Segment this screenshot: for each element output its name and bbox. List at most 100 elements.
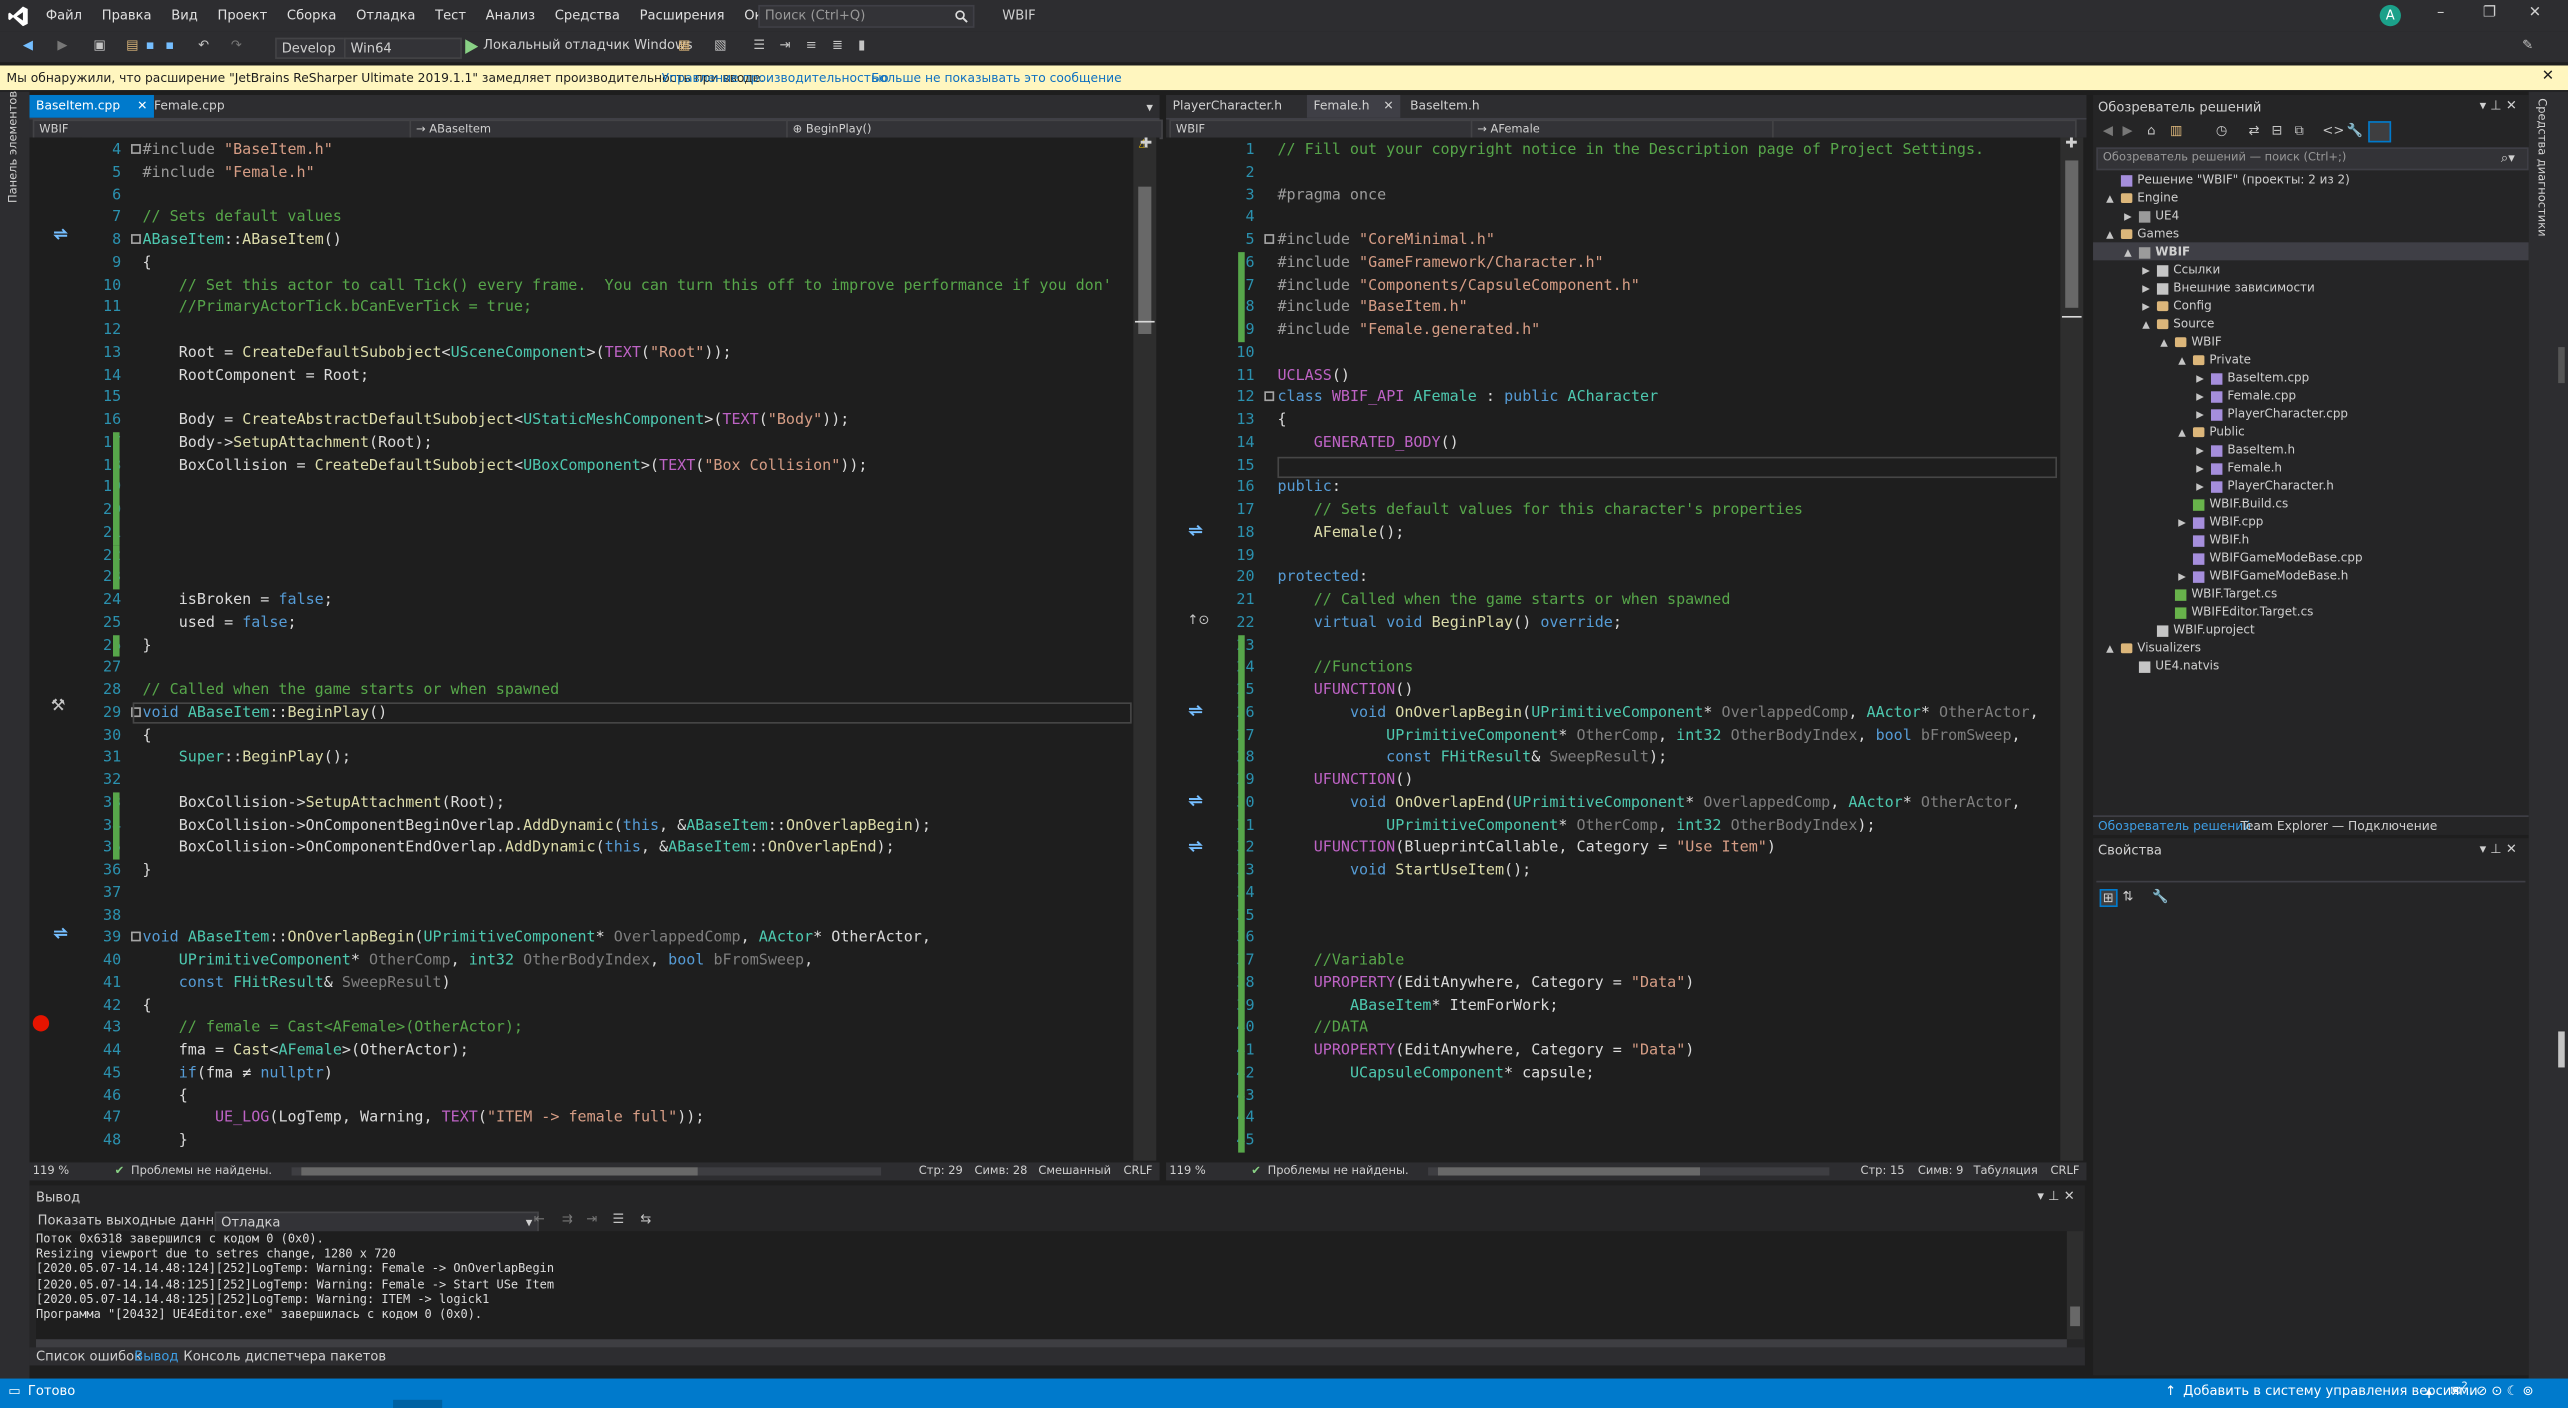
tab-output[interactable]: Вывод [134, 1349, 178, 1364]
open-folder-icon[interactable]: ▤ [126, 38, 138, 53]
diagnostics-tab[interactable]: Средства диагностики [2535, 98, 2548, 245]
expand-toggle-icon[interactable]: ▶ [2142, 262, 2157, 280]
indent-mode[interactable]: Табуляция [1974, 1162, 2038, 1180]
code-lens-icon[interactable] [1187, 522, 1203, 538]
search-box[interactable]: Поиск (Ctrl+Q) [758, 4, 975, 28]
indent-mode[interactable]: Смешанный [1038, 1162, 1111, 1180]
scrollbar-thumb[interactable] [2065, 160, 2079, 308]
expand-toggle-icon[interactable]: ▶ [2196, 370, 2211, 388]
tree-item[interactable]: Решение "WBIF" (проекты: 2 из 2) [2106, 170, 2350, 188]
tree-item[interactable]: ▲ WBIF [2160, 332, 2222, 350]
tab-playercharacter-h[interactable]: PlayerCharacter.h [1166, 95, 1289, 118]
scope-select[interactable]: → ABaseItem [409, 119, 793, 140]
close-window-icon[interactable]: ✕ [2529, 5, 2541, 21]
menu-item[interactable]: Средства [545, 8, 630, 23]
tree-item[interactable]: WBIF.h [2178, 530, 2249, 548]
expand-toggle-icon[interactable]: ▲ [2106, 226, 2121, 244]
expand-toggle-icon[interactable]: ▶ [2178, 568, 2193, 586]
dont-show-again-link[interactable]: Больше не показывать это сообщение [871, 65, 1121, 90]
feedback-icon[interactable]: ✎ [2522, 38, 2533, 53]
bookmark-icon[interactable]: ▮ [858, 38, 865, 53]
collapse-all-icon[interactable]: ⊟ [2272, 123, 2283, 138]
tree-item[interactable]: WBIF.Build.cs [2178, 494, 2288, 512]
tree-item[interactable]: ▶ BaseItem.h [2196, 440, 2295, 458]
account-avatar[interactable]: A [2379, 4, 2401, 27]
right-horizontal-scrollbar[interactable] [1428, 1167, 1830, 1176]
toolbox-tab[interactable]: Панель элементов [7, 91, 20, 203]
menu-item[interactable]: Анализ [476, 8, 545, 23]
clear-all-icon[interactable]: ☰ [613, 1212, 625, 1227]
tree-item[interactable]: ▶ UE4 [2124, 206, 2179, 224]
fold-toggle-icon[interactable] [1264, 391, 1275, 402]
back-icon[interactable]: ◀ [2103, 123, 2113, 138]
split-editor-icon[interactable]: ✚ [2065, 138, 2077, 153]
manage-performance-link[interactable]: Управление производительностью [662, 65, 889, 90]
eol-mode[interactable]: CRLF [2050, 1162, 2079, 1180]
left-horizontal-scrollbar[interactable] [291, 1167, 882, 1176]
expand-toggle-icon[interactable]: ▶ [2196, 388, 2211, 406]
back-icon[interactable]: ◀ [23, 38, 33, 53]
indent-icon[interactable]: ⇥ [780, 38, 791, 53]
restore-icon[interactable]: ❐ [2483, 5, 2496, 21]
code-lens-icon[interactable] [1187, 792, 1203, 808]
member-select[interactable]: ⊕ BeginPlay() [786, 119, 1163, 140]
right-code-area[interactable]: 1 // Fill out your copyright notice in th… [1166, 137, 2087, 1161]
tree-item[interactable]: ▶ PlayerCharacter.cpp [2196, 404, 2348, 422]
tab-error-list[interactable]: Список ошибок [36, 1349, 142, 1364]
tree-item[interactable]: ▲ WBIF [2093, 242, 2529, 262]
zoom-level[interactable]: 119 % [1169, 1162, 1205, 1180]
output-scroll-thumb[interactable] [2070, 1306, 2080, 1327]
expand-toggle-icon[interactable]: ▲ [2178, 352, 2193, 370]
menu-item[interactable]: Правка [92, 8, 162, 23]
hscroll-thumb[interactable] [301, 1167, 698, 1176]
fold-toggle-icon[interactable] [1264, 234, 1275, 244]
output-hscrollbar[interactable] [36, 1339, 2067, 1348]
play-icon[interactable] [465, 39, 479, 55]
tree-item[interactable]: ▶ WBIFGameModeBase.h [2178, 566, 2348, 584]
tree-item[interactable]: ▲ Engine [2106, 188, 2178, 206]
expand-toggle-icon[interactable]: ▲ [2160, 334, 2175, 352]
output-scrollbar[interactable] [2066, 1231, 2084, 1340]
menu-item[interactable]: Сборка [277, 8, 346, 23]
scrollbar-thumb[interactable] [1138, 186, 1152, 334]
tab-team-explorer[interactable]: Team Explorer — Подключение [2240, 819, 2437, 834]
expand-toggle-icon[interactable]: ▲ [2106, 190, 2121, 208]
config-select[interactable]: Develop [275, 37, 348, 59]
show-all-files-icon[interactable]: ⧉ [2295, 123, 2304, 139]
categorized-icon[interactable]: ⊞ [2099, 889, 2118, 908]
save-icon[interactable]: ▪ [146, 38, 155, 53]
output-pin-icon[interactable]: ▾ ⊥ ✕ [2037, 1189, 2074, 1204]
tree-item[interactable]: ▶ WBIF.cpp [2178, 512, 2263, 530]
tab-baseitem-cpp[interactable]: BaseItem.cpp ✕ [29, 94, 154, 118]
tree-item[interactable]: ▲ Private [2178, 350, 2251, 368]
tab-baseitem-h[interactable]: BaseItem.h [1404, 95, 1487, 118]
project-select[interactable]: WBIF [1169, 119, 1474, 140]
word-wrap-icon[interactable]: ⇆ [640, 1212, 651, 1227]
next-message-icon[interactable]: ⇥ [586, 1212, 597, 1227]
solex-window-controls-icon[interactable]: ▾ ⊥ ✕ [2480, 98, 2517, 113]
scope-select[interactable]: → AFemale [1470, 119, 1776, 140]
expand-toggle-icon[interactable]: ▶ [2124, 208, 2139, 226]
code-lens-icon[interactable] [1187, 838, 1203, 854]
expand-toggle-icon[interactable]: ▶ [2196, 478, 2211, 496]
properties-object-select[interactable] [2096, 864, 2526, 883]
expand-toggle-icon[interactable]: ▲ [2124, 244, 2139, 262]
hscroll-thumb[interactable] [1437, 1167, 1700, 1176]
code-lens-icon[interactable] [1187, 702, 1203, 718]
tree-item[interactable]: ▲ Public [2178, 422, 2245, 440]
close-tab-icon[interactable]: ✕ [1383, 98, 1393, 113]
expand-toggle-icon[interactable]: ▶ [2196, 442, 2211, 460]
menu-item[interactable]: Вид [161, 8, 207, 23]
close-tab-icon[interactable]: ✕ [137, 95, 147, 118]
go-to-message-icon[interactable]: ⇉ [562, 1212, 573, 1227]
switch-views-icon[interactable]: ▥ [2170, 123, 2182, 138]
tab-female-h[interactable]: Female.h ✕ [1306, 94, 1401, 118]
sync-icon[interactable]: ⇄ [2249, 123, 2260, 138]
properties-window-controls-icon[interactable]: ▾ ⊥ ✕ [2480, 842, 2517, 857]
source-control-icon[interactable]: ↑ [2165, 1380, 2176, 1401]
expand-toggle-icon[interactable]: ▶ [2196, 406, 2211, 424]
fold-toggle-icon[interactable] [131, 144, 141, 154]
save-all-icon[interactable]: ▪ [165, 38, 174, 53]
tree-item[interactable]: WBIFEditor.Target.cs [2160, 602, 2313, 620]
run-debugger-button[interactable]: Локальный отладчик Windows [483, 38, 692, 53]
